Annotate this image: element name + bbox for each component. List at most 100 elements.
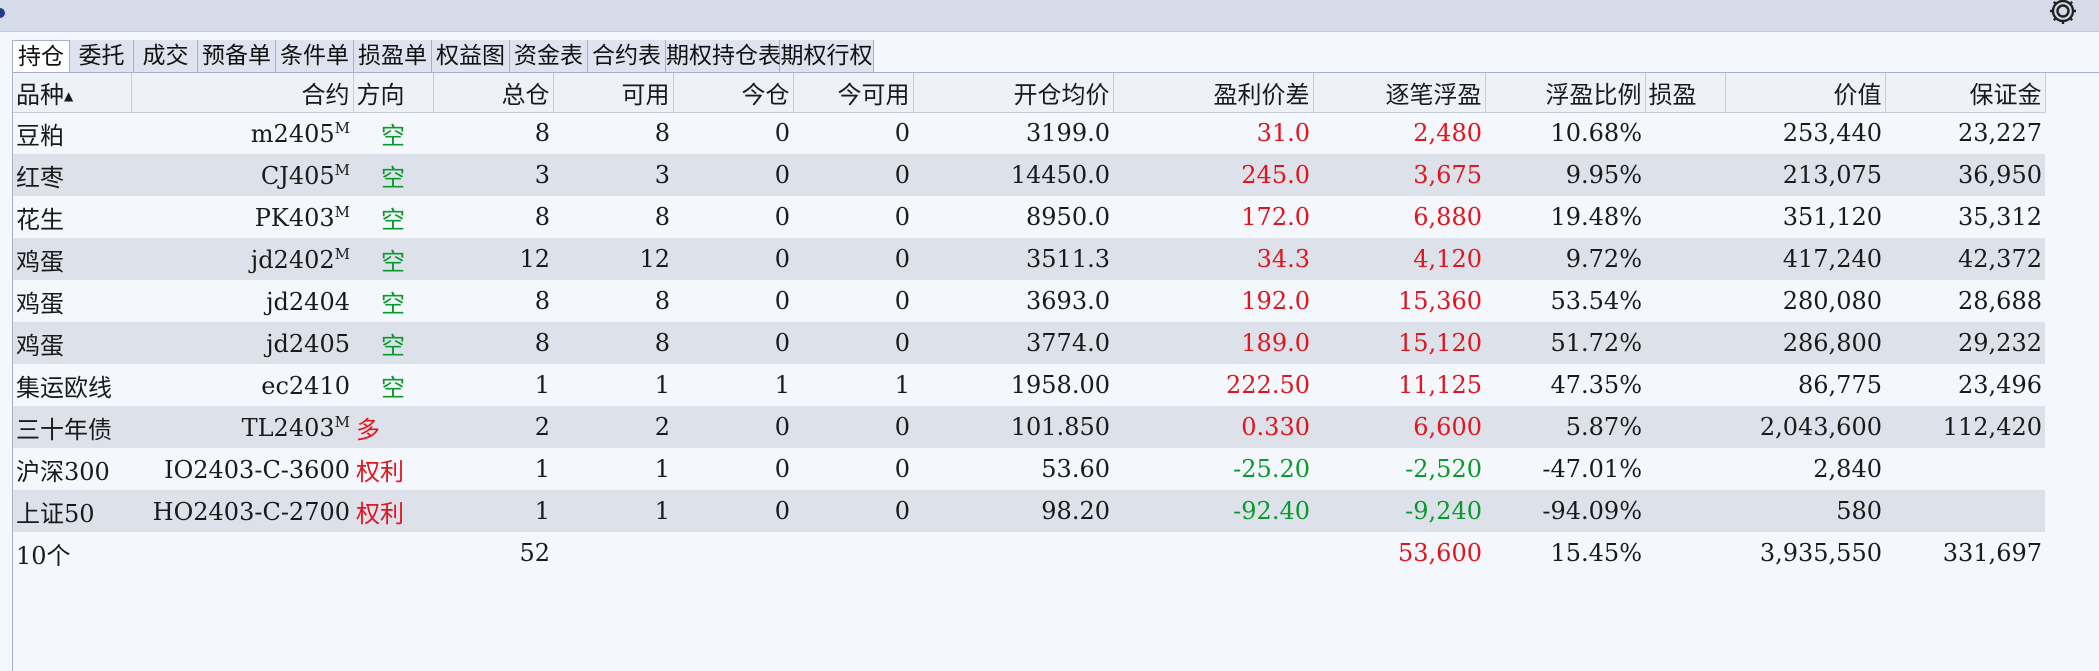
table-header: 品种▲ 合约 方向 总仓 可用 今仓 今可用 开仓均价 盈利价差 逐笔浮盈 浮盈比例 损盈 价值 保证金 <box>13 73 2046 113</box>
total-value: 15.45% <box>1550 539 1642 567</box>
tab-5[interactable]: 损盈单 <box>354 40 432 72</box>
column-header-direction[interactable]: 方向 <box>353 73 434 113</box>
cell-variety: 沪深300 <box>13 448 131 490</box>
cell-value: 多 <box>356 415 380 444</box>
cell-value: 0 <box>894 497 910 525</box>
cell-today: 0 <box>673 448 793 490</box>
cell-value: 192.0 <box>1241 287 1310 315</box>
cell-float_ratio: -94.09% <box>1485 490 1645 532</box>
cell-today_avail: 1 <box>793 364 913 406</box>
cell-direction: 空 <box>353 238 433 280</box>
main-contract-mark: M <box>334 202 350 221</box>
cell-contract: jd2402M <box>131 238 353 280</box>
tab-1[interactable]: 委托 <box>70 40 134 72</box>
table-row[interactable]: 花生 PK403M 空 8 8 0 0 8950.0 172.0 6,880 19.48% 351,1… <box>13 196 2045 238</box>
table-row[interactable]: 鸡蛋 jd2402M 空 12 12 0 0 3511.3 34.3 4,120 9.72% 417,… <box>13 238 2045 280</box>
cell-value: 2 <box>654 413 670 441</box>
cell-value: -25.20 <box>1233 455 1310 483</box>
table-row[interactable]: 沪深300 IO2403-C-3600 权利 1 1 0 0 53.60 -25.20 -2,52… <box>13 448 2045 490</box>
cell-avg_price: 98.20 <box>913 490 1113 532</box>
cell-value: 417,240 <box>1782 245 1882 273</box>
cell-value: 53.54% <box>1550 287 1642 315</box>
cell-direction: 多 <box>353 406 433 448</box>
tab-3[interactable]: 预备单 <box>198 40 276 72</box>
table-row[interactable]: 红枣 CJ405M 空 3 3 0 0 14450.0 245.0 3,675 9.95% 213,0… <box>13 154 2045 196</box>
cell-value: 0 <box>774 245 790 273</box>
cell-total: 3 <box>433 154 553 196</box>
total-float_pnl: 53,600 <box>1313 532 1485 574</box>
cell-diff: 245.0 <box>1113 154 1313 196</box>
gear-icon[interactable] <box>2046 0 2080 28</box>
main-contract-mark: M <box>334 160 350 179</box>
cell-value: -2,520 <box>1405 455 1482 483</box>
table-row[interactable]: 豆粕 m2405M 空 8 8 0 0 3199.0 31.0 2,480 10.68% 253,44… <box>13 112 2045 154</box>
cell-avg_price: 101.850 <box>913 406 1113 448</box>
column-header-sl[interactable]: 损盈 <box>1645 73 1726 113</box>
cell-float_pnl: 15,120 <box>1313 322 1485 364</box>
cell-value: 8 <box>534 287 550 315</box>
cell-value: 8 <box>534 119 550 148</box>
table-row[interactable]: 三十年债 TL2403M 多 2 2 0 0 101.850 0.330 6,600 5.87% 2,… <box>13 406 2045 448</box>
cell-value: 0.330 <box>1241 413 1310 441</box>
column-header-today_avail[interactable]: 今可用 <box>793 73 914 113</box>
cell-today_avail: 0 <box>793 238 913 280</box>
tab-8[interactable]: 合约表 <box>588 40 666 72</box>
column-header-available[interactable]: 可用 <box>553 73 674 113</box>
cell-value: 0 <box>894 413 910 441</box>
column-header-total[interactable]: 总仓 <box>433 73 554 113</box>
cell-value: 权利 <box>356 499 404 528</box>
cell-variety: 鸡蛋 <box>13 238 131 280</box>
cell-diff: 34.3 <box>1113 238 1313 280</box>
total-contract <box>131 532 353 574</box>
tab-4[interactable]: 条件单 <box>276 40 354 72</box>
cell-direction: 空 <box>353 322 433 364</box>
contract-code: HO2403-C-2700 <box>152 497 350 526</box>
cell-value: 42,372 <box>1958 245 2042 273</box>
cell-value: 9.95% <box>1565 161 1642 189</box>
tab-7[interactable]: 资金表 <box>510 40 588 72</box>
cell-total: 8 <box>433 196 553 238</box>
column-header-today[interactable]: 今仓 <box>673 73 794 113</box>
cell-today: 0 <box>673 490 793 532</box>
cell-diff: -25.20 <box>1113 448 1313 490</box>
total-value: 3,935,550 <box>1759 539 1882 567</box>
column-header-contract[interactable]: 合约 <box>131 73 354 113</box>
total-value: 3,935,550 <box>1725 532 1885 574</box>
column-header-float_ratio[interactable]: 浮盈比例 <box>1485 73 1646 113</box>
cell-margin: 35,312 <box>1885 196 2045 238</box>
table-row[interactable]: 上证50 HO2403-C-2700 权利 1 1 0 0 98.20 -92.40 -9,240… <box>13 490 2045 532</box>
cell-value: 172.0 <box>1241 203 1310 231</box>
total-sl <box>1645 532 1725 574</box>
total-direction <box>353 532 433 574</box>
cell-total: 12 <box>433 238 553 280</box>
table-row[interactable]: 集运欧线 ec2410 空 1 1 1 1 1958.00 222.50 11,125 47.35%… <box>13 364 2045 406</box>
cell-value: 1 <box>774 371 790 399</box>
column-header-avg_price[interactable]: 开仓均价 <box>913 73 1114 113</box>
column-header-margin[interactable]: 保证金 <box>1885 73 2046 113</box>
column-header-diff[interactable]: 盈利价差 <box>1113 73 1314 113</box>
table-row[interactable]: 鸡蛋 jd2405 空 8 8 0 0 3774.0 189.0 15,120 51.72% 286,… <box>13 322 2045 364</box>
cell-value: 空 <box>381 205 405 234</box>
cell-value: 245.0 <box>1241 161 1310 189</box>
cell-avg_price: 1958.00 <box>913 364 1113 406</box>
column-header-label: 逐笔浮盈 <box>1385 80 1482 109</box>
cell-value: 三十年债 <box>16 415 112 444</box>
cell-value: 空 <box>381 373 405 402</box>
cell-avg_price: 8950.0 <box>913 196 1113 238</box>
cell-value: 0 <box>894 161 910 189</box>
tab-10[interactable]: 期权行权 <box>780 40 874 72</box>
cell-today: 0 <box>673 196 793 238</box>
column-header-value[interactable]: 价值 <box>1725 73 1886 113</box>
cell-float_ratio: 9.72% <box>1485 238 1645 280</box>
cell-value: 集运欧线 <box>16 373 112 402</box>
column-header-variety[interactable]: 品种▲ <box>13 73 132 113</box>
cell-value: 0 <box>894 203 910 231</box>
column-header-float_pnl[interactable]: 逐笔浮盈 <box>1313 73 1486 113</box>
tab-0[interactable]: 持仓 <box>12 40 70 72</box>
tab-9[interactable]: 期权持仓表 <box>666 40 781 72</box>
tab-2[interactable]: 成交 <box>134 40 198 72</box>
tab-6[interactable]: 权益图 <box>432 40 510 72</box>
cell-value: 253,440 <box>1725 112 1885 154</box>
cell-margin: 23,227 <box>1885 112 2045 154</box>
table-row[interactable]: 鸡蛋 jd2404 空 8 8 0 0 3693.0 192.0 15,360 53.54% 280,… <box>13 280 2045 322</box>
